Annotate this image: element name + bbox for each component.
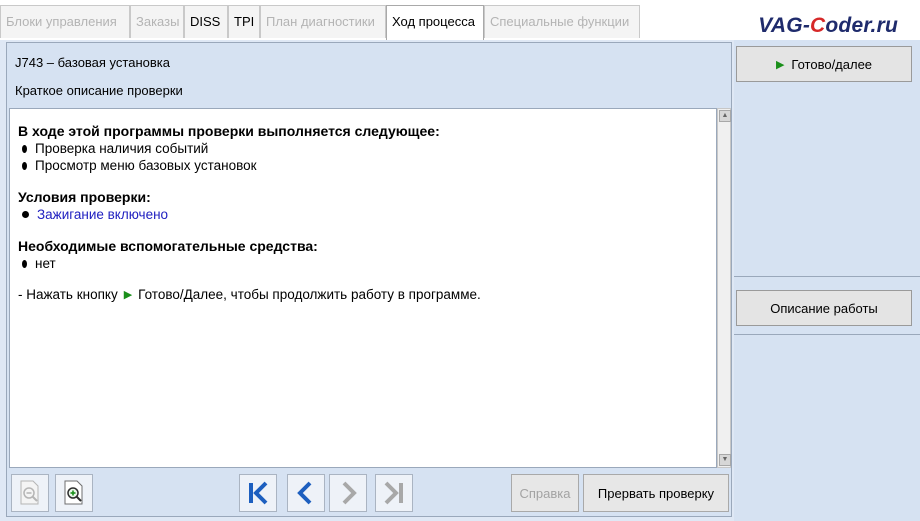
test-program-pane: J743 – базовая установка Краткое описани… — [6, 42, 732, 517]
bullet-icon — [22, 211, 29, 218]
description-text-area[interactable]: В ходе этой программы проверки выполняет… — [9, 108, 717, 468]
scroll-up-icon[interactable]: ▲ — [719, 110, 731, 122]
section-heading-tools: Необходимые вспомогательные средства: — [18, 238, 318, 254]
vertical-scrollbar[interactable]: ▲ ▼ — [717, 108, 731, 468]
tab-special-functions[interactable]: Специальные функции — [484, 5, 640, 38]
zoom-in-icon — [64, 480, 83, 505]
section-heading-conditions: Условия проверки: — [18, 189, 151, 205]
chevron-left-icon — [297, 481, 312, 505]
previous-step-button[interactable] — [287, 474, 325, 512]
skip-first-icon — [249, 481, 268, 505]
program-subtitle: Краткое описание проверки — [15, 83, 183, 98]
bullet-icon — [22, 259, 27, 268]
tab-bar: Блоки управления Заказы DISS TPI План ди… — [0, 0, 920, 40]
tab-control-units[interactable]: Блоки управления — [0, 5, 130, 38]
divider — [734, 276, 920, 277]
tab-diss[interactable]: DISS — [184, 5, 228, 38]
abort-test-button[interactable]: Прервать проверку — [583, 474, 729, 512]
first-step-button[interactable] — [239, 474, 277, 512]
program-header: J743 – базовая установка Краткое описани… — [7, 43, 731, 107]
divider — [734, 334, 920, 335]
tab-orders[interactable]: Заказы — [130, 5, 184, 38]
list-item: Проверка наличия событий — [22, 141, 708, 156]
section-heading-procedure: В ходе этой программы проверки выполняет… — [18, 123, 440, 139]
zoom-out-button[interactable] — [11, 474, 49, 512]
bullet-icon — [22, 161, 27, 170]
play-icon: ▶ — [775, 58, 785, 71]
instruction-note: - Нажать кнопку ▶ Готово/Далее, чтобы пр… — [18, 287, 481, 302]
tab-diagnostic-plan[interactable]: План диагностики — [260, 5, 386, 38]
list-item: нет — [22, 256, 708, 271]
last-step-button[interactable] — [375, 474, 413, 512]
bottom-toolbar: Справка Прервать проверку — [7, 470, 731, 516]
main-frame: J743 – базовая установка Краткое описани… — [0, 40, 920, 521]
tab-process[interactable]: Ход процесса — [386, 5, 484, 40]
help-button[interactable]: Справка — [511, 474, 579, 512]
watermark: VAG-Coder.ru — [758, 14, 898, 37]
work-description-button[interactable]: Описание работы — [736, 290, 912, 326]
zoom-out-icon — [20, 480, 39, 505]
zoom-in-button[interactable] — [55, 474, 93, 512]
next-step-button[interactable] — [329, 474, 367, 512]
list-item: Просмотр меню базовых установок — [22, 158, 708, 173]
action-panel: ▶ Готово/далее Описание работы — [734, 40, 920, 521]
bullet-icon — [22, 144, 27, 153]
scroll-down-icon[interactable]: ▼ — [719, 454, 731, 466]
chevron-right-icon — [342, 481, 357, 505]
list-item: Зажигание включено — [22, 207, 708, 222]
play-icon: ▶ — [123, 289, 133, 301]
tab-tpi[interactable]: TPI — [228, 5, 260, 38]
done-next-button[interactable]: ▶ Готово/далее — [736, 46, 912, 82]
condition-link[interactable]: Зажигание включено — [37, 207, 168, 222]
program-title: J743 – базовая установка — [15, 55, 170, 70]
skip-last-icon — [384, 481, 403, 505]
